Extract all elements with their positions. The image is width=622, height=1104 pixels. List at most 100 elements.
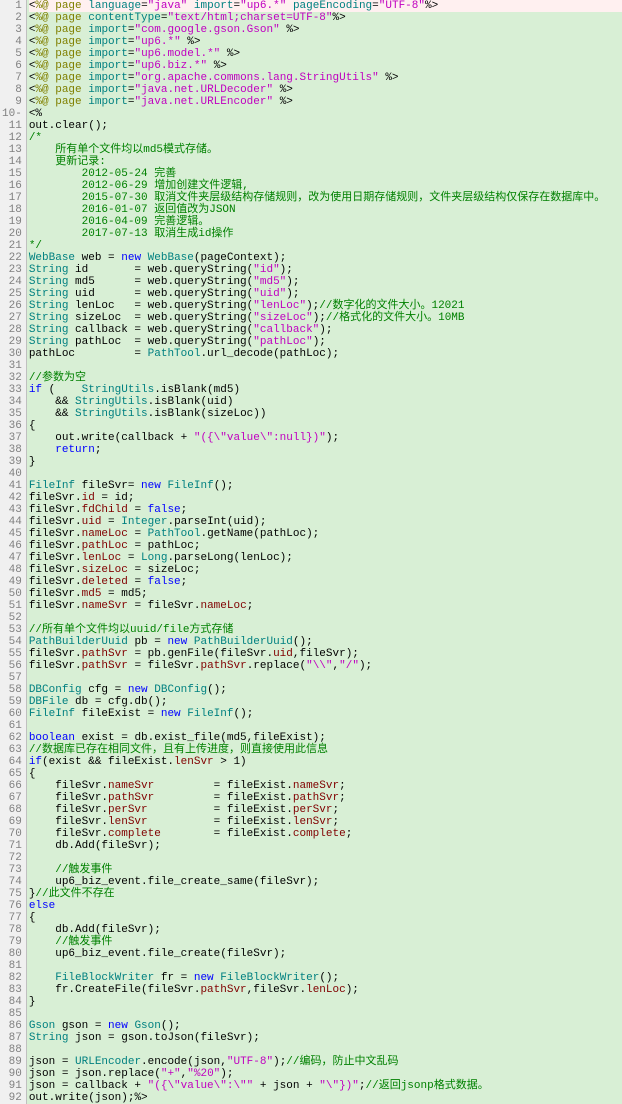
code-line[interactable]: db.Add(fileSvr); bbox=[29, 924, 622, 936]
code-line[interactable] bbox=[29, 360, 622, 372]
code-line[interactable]: fileSvr.lenSvr = fileExist.lenSvr; bbox=[29, 816, 622, 828]
code-line[interactable]: String sizeLoc = web.queryString("sizeLo… bbox=[29, 312, 622, 324]
code-line[interactable]: fr.CreateFile(fileSvr.pathSvr,fileSvr.le… bbox=[29, 984, 622, 996]
code-line[interactable]: db.Add(fileSvr); bbox=[29, 840, 622, 852]
code-area[interactable]: <%@ page language="java" import="up6.*" … bbox=[27, 0, 622, 1104]
code-line[interactable]: else bbox=[29, 900, 622, 912]
code-line[interactable]: DBConfig cfg = new DBConfig(); bbox=[29, 684, 622, 696]
code-line[interactable]: */ bbox=[29, 240, 622, 252]
code-line[interactable]: fileSvr.deleted = false; bbox=[29, 576, 622, 588]
code-line[interactable] bbox=[29, 468, 622, 480]
code-line[interactable]: //触发事件 bbox=[29, 864, 622, 876]
code-line[interactable]: && StringUtils.isBlank(sizeLoc)) bbox=[29, 408, 622, 420]
code-line[interactable]: <%@ page import="java.net.URLEncoder" %> bbox=[29, 96, 622, 108]
code-line[interactable] bbox=[29, 852, 622, 864]
code-line[interactable]: String id = web.queryString("id"); bbox=[29, 264, 622, 276]
code-line[interactable]: /* bbox=[29, 132, 622, 144]
line-number: 75 bbox=[2, 888, 22, 900]
code-line[interactable] bbox=[29, 1044, 622, 1056]
code-line[interactable]: fileSvr.pathSvr = pb.genFile(fileSvr.uid… bbox=[29, 648, 622, 660]
code-line[interactable]: && StringUtils.isBlank(uid) bbox=[29, 396, 622, 408]
line-number: 20 bbox=[2, 228, 22, 240]
code-line[interactable]: //触发事件 bbox=[29, 936, 622, 948]
code-line[interactable]: 2016-01-07 返回值改为JSON bbox=[29, 204, 622, 216]
code-line[interactable]: <%@ page import="org.apache.commons.lang… bbox=[29, 72, 622, 84]
code-line[interactable]: FileBlockWriter fr = new FileBlockWriter… bbox=[29, 972, 622, 984]
code-line[interactable]: DBFile db = cfg.db(); bbox=[29, 696, 622, 708]
code-line[interactable]: String json = gson.toJson(fileSvr); bbox=[29, 1032, 622, 1044]
code-line[interactable]: { bbox=[29, 768, 622, 780]
line-number: 69 bbox=[2, 816, 22, 828]
line-number: 71 bbox=[2, 840, 22, 852]
code-line[interactable]: <%@ page import="com.google.gson.Gson" %… bbox=[29, 24, 622, 36]
code-line[interactable]: String uid = web.queryString("uid"); bbox=[29, 288, 622, 300]
code-line[interactable]: out.write(json);%> bbox=[29, 1092, 622, 1104]
code-line[interactable]: FileInf fileExist = new FileInf(); bbox=[29, 708, 622, 720]
code-line[interactable]: fileSvr.id = id; bbox=[29, 492, 622, 504]
code-line[interactable]: fileSvr.nameSvr = fileSvr.nameLoc; bbox=[29, 600, 622, 612]
code-line[interactable]: json = callback + "({\"value\":\"" + jso… bbox=[29, 1080, 622, 1092]
code-line[interactable]: } bbox=[29, 456, 622, 468]
code-line[interactable]: fileSvr.fdChild = false; bbox=[29, 504, 622, 516]
code-line[interactable]: }//此文件不存在 bbox=[29, 888, 622, 900]
code-line[interactable]: fileSvr.pathSvr = fileExist.pathSvr; bbox=[29, 792, 622, 804]
code-line[interactable]: String md5 = web.queryString("md5"); bbox=[29, 276, 622, 288]
code-line[interactable]: fileSvr.pathSvr = fileSvr.pathSvr.replac… bbox=[29, 660, 622, 672]
code-line[interactable]: fileSvr.complete = fileExist.complete; bbox=[29, 828, 622, 840]
code-line[interactable]: WebBase web = new WebBase(pageContext); bbox=[29, 252, 622, 264]
code-line[interactable]: fileSvr.uid = Integer.parseInt(uid); bbox=[29, 516, 622, 528]
code-line[interactable]: 2015-07-30 取消文件夹层级结构存储规则，改为使用日期存储规则，文件夹层… bbox=[29, 192, 622, 204]
code-line[interactable]: fileSvr.lenLoc = Long.parseLong(lenLoc); bbox=[29, 552, 622, 564]
code-line[interactable]: 所有单个文件均以md5模式存储。 bbox=[29, 144, 622, 156]
code-line[interactable]: fileSvr.nameSvr = fileExist.nameSvr; bbox=[29, 780, 622, 792]
code-line[interactable]: up6_biz_event.file_create_same(fileSvr); bbox=[29, 876, 622, 888]
code-line[interactable]: json = json.replace("+","%20"); bbox=[29, 1068, 622, 1080]
code-line[interactable]: 更新记录: bbox=[29, 156, 622, 168]
code-line[interactable]: FileInf fileSvr= new FileInf(); bbox=[29, 480, 622, 492]
code-line[interactable]: 2012-05-24 完善 bbox=[29, 168, 622, 180]
code-line[interactable]: PathBuilderUuid pb = new PathBuilderUuid… bbox=[29, 636, 622, 648]
code-line[interactable]: <%@ page import="up6.model.*" %> bbox=[29, 48, 622, 60]
code-line[interactable]: fileSvr.nameLoc = PathTool.getName(pathL… bbox=[29, 528, 622, 540]
code-line[interactable] bbox=[29, 672, 622, 684]
code-line[interactable]: //参数为空 bbox=[29, 372, 622, 384]
code-line[interactable]: <% bbox=[29, 108, 622, 120]
code-line[interactable]: String pathLoc = web.queryString("pathLo… bbox=[29, 336, 622, 348]
code-line[interactable]: <%@ page import="up6.biz.*" %> bbox=[29, 60, 622, 72]
code-line[interactable]: { bbox=[29, 420, 622, 432]
code-line[interactable] bbox=[29, 720, 622, 732]
code-line[interactable]: } bbox=[29, 996, 622, 1008]
code-line[interactable]: <%@ page language="java" import="up6.*" … bbox=[29, 0, 622, 12]
code-line[interactable]: if ( StringUtils.isBlank(md5) bbox=[29, 384, 622, 396]
code-line[interactable]: fileSvr.md5 = md5; bbox=[29, 588, 622, 600]
code-line[interactable] bbox=[29, 612, 622, 624]
code-line[interactable]: json = URLEncoder.encode(json,"UTF-8");/… bbox=[29, 1056, 622, 1068]
code-line[interactable]: 2016-04-09 完善逻辑。 bbox=[29, 216, 622, 228]
line-number: 51 bbox=[2, 600, 22, 612]
code-line[interactable] bbox=[29, 1008, 622, 1020]
code-line[interactable]: //所有单个文件均以uuid/file方式存储 bbox=[29, 624, 622, 636]
line-number: 54 bbox=[2, 636, 22, 648]
code-line[interactable]: out.write(callback + "({\"value\":null})… bbox=[29, 432, 622, 444]
code-line[interactable]: Gson gson = new Gson(); bbox=[29, 1020, 622, 1032]
code-line[interactable]: <%@ page import="up6.*" %> bbox=[29, 36, 622, 48]
code-line[interactable]: <%@ page contentType="text/html;charset=… bbox=[29, 12, 622, 24]
code-line[interactable]: if(exist && fileExist.lenSvr > 1) bbox=[29, 756, 622, 768]
code-line[interactable]: boolean exist = db.exist_file(md5,fileEx… bbox=[29, 732, 622, 744]
code-line[interactable]: 2017-07-13 取消生成id操作 bbox=[29, 228, 622, 240]
code-line[interactable]: { bbox=[29, 912, 622, 924]
code-line[interactable]: fileSvr.pathLoc = pathLoc; bbox=[29, 540, 622, 552]
code-line[interactable]: return; bbox=[29, 444, 622, 456]
code-line[interactable]: //数据库已存在相同文件，且有上传进度，则直接使用此信息 bbox=[29, 744, 622, 756]
code-line[interactable]: 2012-06-29 增加创建文件逻辑, bbox=[29, 180, 622, 192]
code-line[interactable]: out.clear(); bbox=[29, 120, 622, 132]
code-line[interactable]: <%@ page import="java.net.URLDecoder" %> bbox=[29, 84, 622, 96]
code-line[interactable]: String lenLoc = web.queryString("lenLoc"… bbox=[29, 300, 622, 312]
code-line[interactable]: fileSvr.perSvr = fileExist.perSvr; bbox=[29, 804, 622, 816]
code-line[interactable]: up6_biz_event.file_create(fileSvr); bbox=[29, 948, 622, 960]
code-line[interactable]: fileSvr.sizeLoc = sizeLoc; bbox=[29, 564, 622, 576]
line-number: 64 bbox=[2, 756, 22, 768]
code-line[interactable]: String callback = web.queryString("callb… bbox=[29, 324, 622, 336]
code-line[interactable] bbox=[29, 960, 622, 972]
code-line[interactable]: pathLoc = PathTool.url_decode(pathLoc); bbox=[29, 348, 622, 360]
